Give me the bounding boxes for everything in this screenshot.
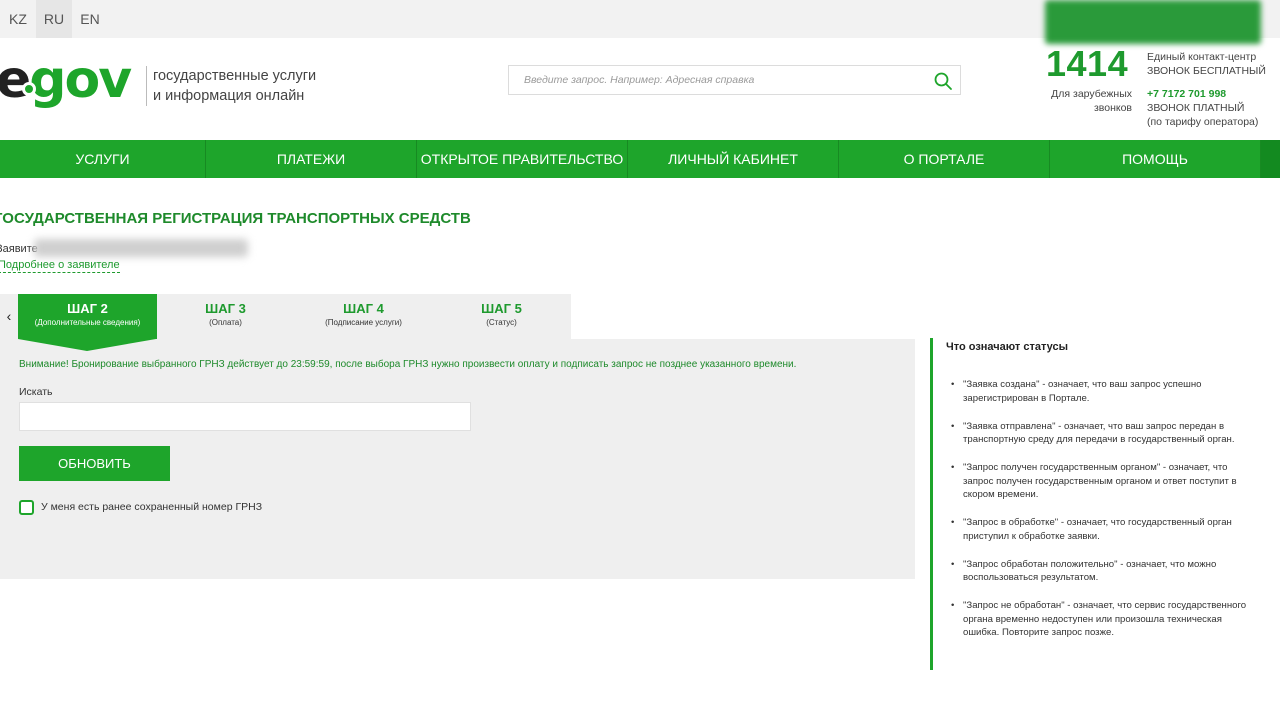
main-nav: УСЛУГИ ПЛАТЕЖИ ОТКРЫТОЕ ПРАВИТЕЛЬСТВО ЛИ… bbox=[0, 140, 1280, 178]
applicant-details-link[interactable]: Подробнее о заявителе bbox=[0, 259, 120, 273]
active-step-pointer bbox=[18, 339, 156, 351]
status-item-created: "Заявка создана" - означает, что ваш зап… bbox=[951, 378, 1253, 405]
update-button[interactable]: ОБНОВИТЬ bbox=[19, 446, 170, 481]
paid-call-label: ЗВОНОК ПЛАТНЫЙ bbox=[1147, 102, 1245, 114]
status-item-received: "Запрос получен государственным органом"… bbox=[951, 461, 1253, 502]
step-3-subtitle: (Оплата) bbox=[209, 318, 242, 327]
status-panel-title: Что означают статусы bbox=[946, 341, 1068, 353]
step-2-subtitle: (Дополнительные сведения) bbox=[34, 318, 141, 327]
contact-center-info: Единый контакт-центр ЗВОНОК БЕСПЛАТНЫЙ bbox=[1147, 50, 1266, 78]
step-5-tab[interactable]: ШАГ 5 (Статус) bbox=[433, 294, 570, 339]
status-item-processing: "Запрос в обработке" - означает, что гос… bbox=[951, 516, 1253, 543]
tagline-line-1: государственные услуги bbox=[153, 68, 317, 84]
lang-ru[interactable]: RU bbox=[36, 0, 72, 38]
status-item-sent: "Заявка отправлена" - означает, что ваш … bbox=[951, 420, 1253, 447]
search-box bbox=[508, 65, 961, 95]
applicant-label: Заявите bbox=[0, 243, 38, 255]
foreign-label-line-2: звонков bbox=[1093, 102, 1132, 114]
saved-plate-checkbox[interactable] bbox=[19, 500, 34, 515]
applicant-name-blurred bbox=[34, 239, 248, 257]
search-icon[interactable] bbox=[933, 71, 953, 91]
nav-end bbox=[1261, 140, 1280, 178]
step-2-tab[interactable]: ШАГ 2 (Дополнительные сведения) bbox=[18, 294, 157, 339]
contact-center-label: Единый контакт-центр bbox=[1147, 51, 1257, 63]
search-input[interactable] bbox=[509, 66, 909, 94]
foreign-phone-number[interactable]: +7 7172 701 998 bbox=[1147, 87, 1258, 101]
tagline: государственные услуги и информация онла… bbox=[146, 66, 316, 106]
search-field-label: Искать bbox=[19, 386, 53, 398]
egov-logo[interactable]: egov bbox=[0, 52, 138, 112]
nav-open-government[interactable]: ОТКРЫТОЕ ПРАВИТЕЛЬСТВО bbox=[417, 140, 628, 178]
booking-notice: Внимание! Бронирование выбранного ГРНЗ д… bbox=[19, 359, 797, 370]
language-bar: KZ RU EN bbox=[0, 0, 1280, 44]
free-call-label: ЗВОНОК БЕСПЛАТНЫЙ bbox=[1147, 65, 1266, 77]
step-5-title: ШАГ 5 bbox=[481, 301, 522, 316]
steps-prev-arrow-icon[interactable]: ‹ bbox=[0, 294, 18, 339]
foreign-calls-label: Для зарубежных звонков bbox=[1030, 87, 1132, 115]
step-4-tab[interactable]: ШАГ 4 (Подписание услуги) bbox=[294, 294, 433, 339]
step-4-title: ШАГ 4 bbox=[343, 301, 384, 316]
page-title: ГОСУДАРСТВЕННАЯ РЕГИСТРАЦИЯ ТРАНСПОРТНЫХ… bbox=[0, 210, 471, 227]
plate-search-input[interactable] bbox=[19, 402, 471, 431]
contact-number[interactable]: 1414 bbox=[1046, 42, 1128, 86]
lang-en[interactable]: EN bbox=[72, 0, 108, 38]
foreign-contact-info: +7 7172 701 998 ЗВОНОК ПЛАТНЫЙ (по тариф… bbox=[1147, 87, 1258, 129]
tagline-line-2: и информация онлайн bbox=[153, 88, 305, 104]
logo-gov: gov bbox=[29, 50, 132, 110]
user-account-blurred[interactable] bbox=[1045, 0, 1261, 44]
step-2-title: ШАГ 2 bbox=[67, 301, 108, 316]
foreign-label-line-1: Для зарубежных bbox=[1051, 88, 1132, 100]
status-item-failed: "Запрос не обработан" - означает, что се… bbox=[951, 599, 1253, 640]
logo-e: e bbox=[0, 50, 31, 110]
step-3-title: ШАГ 3 bbox=[205, 301, 246, 316]
nav-about-portal[interactable]: О ПОРТАЛЕ bbox=[839, 140, 1050, 178]
step-tabs: ‹ ШАГ 2 (Дополнительные сведения) ШАГ 3 … bbox=[0, 294, 571, 339]
nav-help[interactable]: ПОМОЩЬ bbox=[1050, 140, 1261, 178]
status-list: "Заявка создана" - означает, что ваш зап… bbox=[951, 378, 1253, 654]
lang-kz[interactable]: KZ bbox=[0, 0, 36, 38]
nav-services[interactable]: УСЛУГИ bbox=[0, 140, 206, 178]
logo-plus-icon bbox=[22, 82, 36, 96]
tariff-note: (по тарифу оператора) bbox=[1147, 116, 1259, 128]
step-4-subtitle: (Подписание услуги) bbox=[325, 318, 402, 327]
status-item-approved: "Запрос обработан положительно" - означа… bbox=[951, 558, 1253, 585]
nav-payments[interactable]: ПЛАТЕЖИ bbox=[206, 140, 417, 178]
saved-plate-checkbox-label[interactable]: У меня есть ранее сохраненный номер ГРНЗ bbox=[41, 501, 262, 513]
step-5-subtitle: (Статус) bbox=[486, 318, 517, 327]
status-info-panel: Что означают статусы "Заявка создана" - … bbox=[930, 338, 1260, 670]
step-3-tab[interactable]: ШАГ 3 (Оплата) bbox=[157, 294, 294, 339]
nav-personal-cabinet[interactable]: ЛИЧНЫЙ КАБИНЕТ bbox=[628, 140, 839, 178]
